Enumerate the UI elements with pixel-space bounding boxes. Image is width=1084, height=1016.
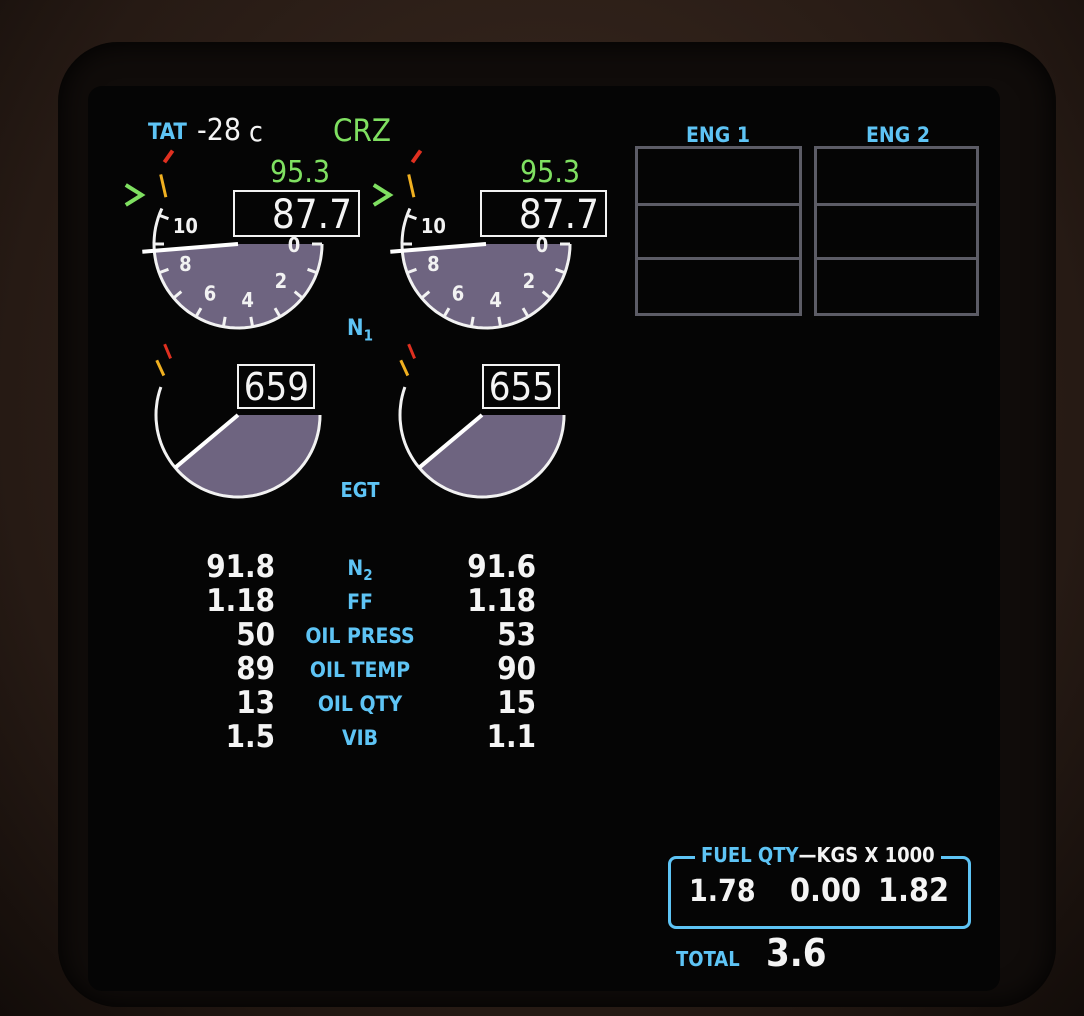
egt-readout-box-eng1: 659 — [237, 364, 315, 409]
n1-scale-label: 10 — [421, 214, 446, 238]
fuel-total-label: TOTAL — [676, 947, 740, 971]
eng1-cell-2 — [635, 203, 802, 260]
n1-scale-label: 4 — [241, 288, 254, 312]
eng2-cell-3 — [814, 257, 979, 316]
n1-scale-tick — [221, 316, 227, 327]
n1-scale-tick — [497, 316, 503, 327]
n1-scale-label: 4 — [489, 288, 502, 312]
egt-red-limit — [163, 343, 172, 360]
secondary-parameter-label: OIL QTY — [317, 692, 403, 716]
secondary-value-eng1: 91.8 — [206, 549, 275, 585]
n1-scale-label: 0 — [536, 233, 549, 257]
egt-readout-box-eng2: 655 — [482, 364, 560, 409]
n1-scale-label: 2 — [523, 269, 536, 293]
fuel-total-value: 3.6 — [766, 931, 827, 975]
secondary-value-eng2: 53 — [497, 617, 536, 653]
eng1-cell-1 — [635, 146, 802, 206]
secondary-value-eng1: 1.5 — [225, 719, 275, 755]
secondary-value-eng2: 1.1 — [486, 719, 536, 755]
secondary-parameter-label: VIB — [341, 726, 379, 750]
n1-scale-tick — [249, 316, 255, 327]
secondary-value-eng2: 1.18 — [467, 583, 536, 619]
secondary-parameter-label: FF — [347, 590, 373, 614]
fuel-left-tank: 1.78 — [689, 874, 756, 909]
n1-red-limit — [162, 149, 175, 164]
secondary-parameter-label: OIL TEMP — [309, 658, 411, 682]
secondary-value-eng1: 50 — [236, 617, 275, 653]
n1-red-limit — [410, 149, 423, 164]
n1-scale-label: 6 — [204, 282, 217, 306]
n1-scale-tick — [469, 316, 475, 327]
n1-scale-label: 6 — [452, 282, 465, 306]
secondary-value-eng2: 91.6 — [467, 549, 536, 585]
secondary-parameter-label: OIL PRESS — [305, 624, 415, 648]
eng1-cell-3 — [635, 257, 802, 316]
egt-label: EGT — [340, 478, 380, 502]
eng2-cell-1 — [814, 146, 979, 206]
n1-scale-tick — [158, 213, 169, 221]
n1-amber-limit — [407, 174, 416, 198]
fuel-right-tank: 1.82 — [878, 871, 950, 909]
egt-red-limit — [407, 343, 416, 360]
n1-target-bug — [124, 183, 146, 207]
n1-amber-limit — [159, 174, 168, 198]
secondary-value-eng2: 90 — [497, 651, 536, 687]
eng1-label: ENG 1 — [686, 123, 750, 147]
n1-scale-label: 0 — [288, 233, 301, 257]
n1-scale-tick — [406, 213, 417, 221]
secondary-value-eng1: 13 — [236, 685, 275, 721]
fuel-quantity-title: FUEL QTY—KGS X 1000 — [695, 845, 941, 865]
egt-amber-limit — [399, 359, 410, 377]
fuel-center-tank: 0.00 — [790, 871, 862, 909]
egt-value-eng2: 655 — [488, 365, 554, 409]
egt-value-eng1: 659 — [243, 365, 309, 409]
secondary-value-eng1: 1.18 — [206, 583, 275, 619]
n1-target-bug — [372, 183, 394, 207]
n1-scale-label: 10 — [173, 214, 198, 238]
n1-scale-label: 8 — [427, 252, 440, 276]
secondary-value-eng2: 15 — [497, 685, 536, 721]
secondary-parameter-label: N2 — [347, 556, 373, 585]
eng2-label: ENG 2 — [866, 123, 930, 147]
n1-label: N1 — [347, 316, 373, 345]
egt-amber-limit — [155, 359, 166, 377]
n1-scale-label: 8 — [179, 252, 192, 276]
secondary-value-eng1: 89 — [236, 651, 275, 687]
n1-scale-label: 2 — [275, 269, 288, 293]
eng2-cell-2 — [814, 203, 979, 260]
